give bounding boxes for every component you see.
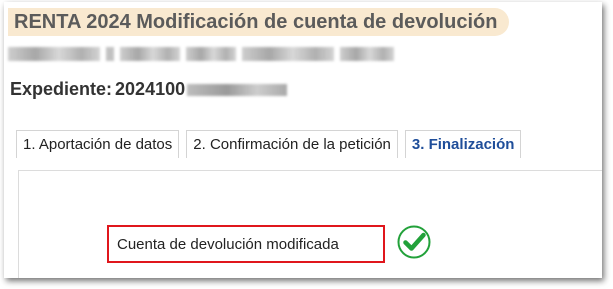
step-tabs: 1. Aportación de datos 2. Confirmación d… xyxy=(16,130,522,158)
tab-aportacion-de-datos[interactable]: 1. Aportación de datos xyxy=(16,130,180,158)
tab-finalizacion[interactable]: 3. Finalización xyxy=(404,130,522,158)
page-title-banner: RENTA 2024 Modificación de cuenta de dev… xyxy=(8,8,510,36)
redacted-block xyxy=(242,47,334,61)
redacted-taxpayer-info xyxy=(8,47,394,61)
redacted-block xyxy=(186,47,236,61)
result-message-box: Cuenta de devolución modificada xyxy=(107,225,385,263)
redacted-block xyxy=(106,47,114,61)
redacted-block xyxy=(8,47,100,61)
expediente-label: Expediente: xyxy=(10,79,113,99)
redacted-block xyxy=(120,47,180,61)
screenshot-frame: RENTA 2024 Modificación de cuenta de dev… xyxy=(4,2,602,278)
check-circle-icon xyxy=(397,225,431,259)
tab-confirmacion-peticion[interactable]: 2. Confirmación de la petición xyxy=(186,130,398,158)
redacted-block xyxy=(340,47,394,61)
expediente-row: Expediente: 2024100 xyxy=(10,79,288,100)
page-title: RENTA 2024 Modificación de cuenta de dev… xyxy=(14,10,498,33)
result-message: Cuenta de devolución modificada xyxy=(117,235,339,253)
redacted-expediente-suffix xyxy=(187,83,288,96)
expediente-number: 2024100 xyxy=(115,79,186,99)
